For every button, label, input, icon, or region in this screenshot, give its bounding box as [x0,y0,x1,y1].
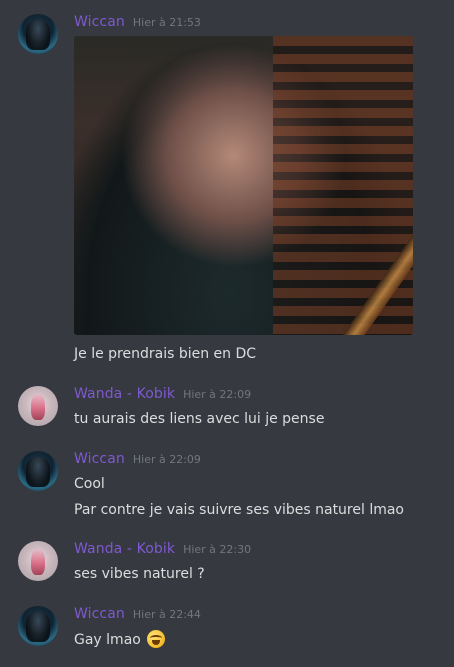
timestamp: Hier à 21:53 [132,16,201,29]
message-text: Je le prendrais bien en DC [74,346,257,362]
username[interactable]: Wiccan [74,14,125,30]
username[interactable]: Wiccan [74,451,125,467]
image-attachment[interactable] [74,36,413,335]
timestamp: Hier à 22:09 [183,388,252,401]
avatar[interactable] [18,386,58,426]
timestamp: Hier à 22:09 [132,453,201,466]
avatar[interactable] [18,451,58,491]
timestamp: Hier à 22:44 [132,608,201,621]
avatar[interactable] [18,541,58,581]
message-text: ses vibes naturel ? [74,566,205,582]
timestamp: Hier à 22:30 [183,543,252,556]
message-text: Par contre je vais suivre ses vibes natu… [74,502,404,518]
message-text: tu aurais des liens avec lui je pense [74,411,325,427]
username[interactable]: Wanda - Kobik [74,541,175,557]
username[interactable]: Wiccan [74,606,125,622]
message-text-row: Gay lmao [74,630,166,649]
face-with-tears-of-joy-icon [147,630,166,648]
username[interactable]: Wanda - Kobik [74,386,175,402]
message-text: Cool [74,476,105,492]
avatar[interactable] [18,14,58,54]
avatar[interactable] [18,606,58,646]
message-text: Gay lmao [74,632,141,648]
